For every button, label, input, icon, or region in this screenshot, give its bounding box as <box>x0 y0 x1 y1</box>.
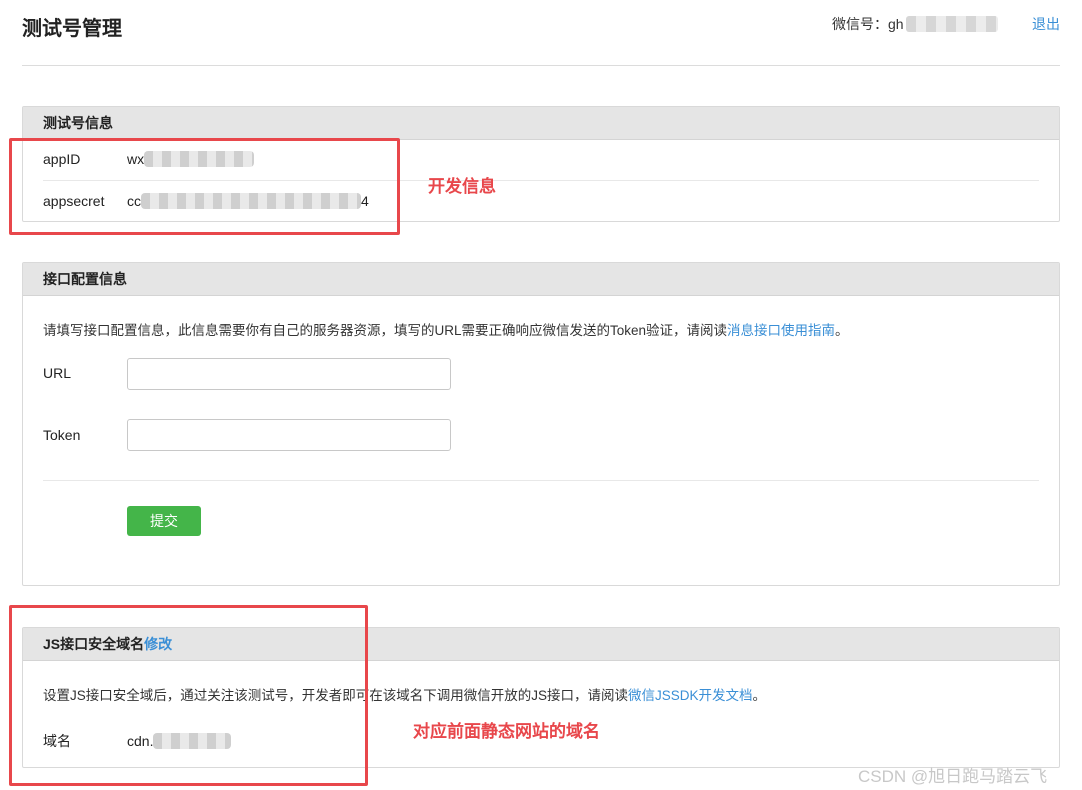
jssdk-doc-link[interactable]: 微信JSSDK开发文档 <box>628 688 753 703</box>
header-divider <box>22 65 1060 66</box>
message-api-guide-link[interactable]: 消息接口使用指南 <box>727 323 835 338</box>
panel-header: 测试号信息 <box>23 107 1059 140</box>
form-divider <box>43 480 1039 481</box>
account-id-blurred <box>905 16 998 32</box>
submit-button[interactable]: 提交 <box>127 506 201 536</box>
domain-annotation: 对应前面静态网站的域名 <box>413 722 600 741</box>
url-input[interactable] <box>127 358 451 390</box>
logout-link[interactable]: 退出 <box>1032 14 1060 34</box>
dev-info-annotation: 开发信息 <box>428 177 496 196</box>
account-label: 微信号：gh <box>832 16 904 32</box>
panel-title: 接口配置信息 <box>43 271 127 287</box>
description-text: 请填写接口配置信息，此信息需要你有自己的服务器资源，填写的URL需要正确响应微信… <box>43 323 728 338</box>
url-label: URL <box>43 365 72 381</box>
csdn-watermark: CSDN @旭日跑马踏云飞 <box>858 767 1048 786</box>
dev-info-annotation-box <box>9 138 400 235</box>
panel-title: 测试号信息 <box>43 115 113 131</box>
js-domain-annotation-box <box>9 605 368 786</box>
account-info: 微信号：gh <box>832 14 998 34</box>
description-end: 。 <box>752 688 767 703</box>
token-input[interactable] <box>127 419 451 451</box>
interface-config-panel: 接口配置信息 请填写接口配置信息，此信息需要你有自己的服务器资源，填写的URL需… <box>22 262 1060 586</box>
description-end: 。 <box>835 323 849 338</box>
page-title: 测试号管理 <box>22 18 122 40</box>
interface-description: 请填写接口配置信息，此信息需要你有自己的服务器资源，填写的URL需要正确响应微信… <box>43 319 849 339</box>
token-label: Token <box>43 427 81 443</box>
panel-header: 接口配置信息 <box>23 263 1059 296</box>
